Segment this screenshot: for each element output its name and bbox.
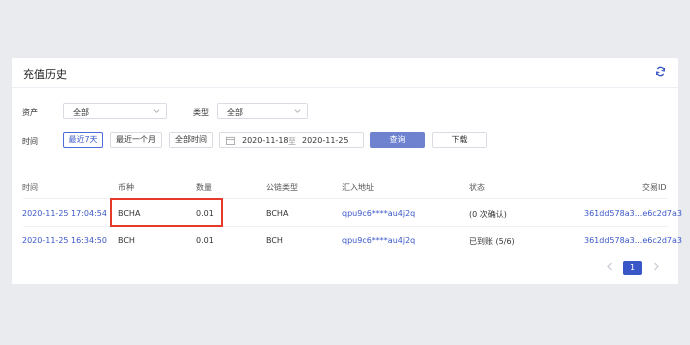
last-month-button[interactable]: 最近一个月 bbox=[110, 132, 162, 148]
col-header-status: 状态 bbox=[469, 183, 485, 192]
row1-txid[interactable]: 361dd578a3...e6c2d7a3 bbox=[584, 209, 682, 218]
type-label: 类型 bbox=[193, 108, 209, 117]
type-select[interactable]: 全部 bbox=[217, 103, 308, 119]
card-header: 充值历史 bbox=[12, 58, 678, 88]
col-header-txid: 交易ID bbox=[642, 183, 667, 192]
highlight-box bbox=[110, 198, 223, 227]
download-button[interactable]: 下载 bbox=[432, 132, 487, 148]
row2-status: 已到账 (5/6) bbox=[469, 237, 515, 246]
asset-label: 资产 bbox=[22, 108, 38, 117]
prev-page-icon[interactable] bbox=[606, 262, 614, 271]
col-header-time: 时间 bbox=[22, 183, 38, 192]
row2-chain-type: BCH bbox=[266, 236, 283, 245]
row2-currency: BCH bbox=[118, 236, 135, 245]
calendar-icon bbox=[226, 136, 235, 145]
row1-time[interactable]: 2020-11-25 17:04:54 bbox=[22, 209, 107, 218]
time-label: 时间 bbox=[22, 137, 38, 146]
last-7-days-button[interactable]: 最近7天 bbox=[63, 132, 103, 148]
date-range-picker[interactable]: 2020-11-18 至 2020-11-25 bbox=[219, 132, 364, 148]
page-title: 充值历史 bbox=[23, 68, 67, 81]
col-header-amount: 数量 bbox=[196, 183, 212, 192]
asset-select-value: 全部 bbox=[73, 108, 89, 117]
date-end: 2020-11-25 bbox=[302, 136, 349, 145]
col-header-address: 汇入地址 bbox=[342, 183, 374, 192]
date-start: 2020-11-18 bbox=[242, 136, 289, 145]
col-header-chain-type: 公链类型 bbox=[266, 183, 298, 192]
row2-address[interactable]: qpu9c6****au4j2q bbox=[342, 236, 415, 245]
row2-time[interactable]: 2020-11-25 16:34:50 bbox=[22, 236, 107, 245]
all-time-button[interactable]: 全部时间 bbox=[169, 132, 213, 148]
col-header-currency: 币种 bbox=[118, 183, 134, 192]
chevron-down-icon bbox=[294, 109, 301, 113]
refresh-icon[interactable] bbox=[655, 66, 666, 77]
type-select-value: 全部 bbox=[227, 108, 243, 117]
row2-txid[interactable]: 361dd578a3...e6c2d7a3 bbox=[584, 236, 682, 245]
row1-chain-type: BCHA bbox=[266, 209, 289, 218]
asset-select[interactable]: 全部 bbox=[63, 103, 167, 119]
page-1-button[interactable]: 1 bbox=[623, 261, 642, 275]
query-button[interactable]: 查询 bbox=[370, 132, 425, 148]
deposit-history-card bbox=[12, 58, 678, 284]
row1-status: (0 次确认) bbox=[469, 210, 507, 219]
next-page-icon[interactable] bbox=[652, 262, 660, 271]
date-separator: 至 bbox=[288, 137, 296, 146]
row2-amount: 0.01 bbox=[196, 236, 214, 245]
chevron-down-icon bbox=[153, 109, 160, 113]
row1-address[interactable]: qpu9c6****au4j2q bbox=[342, 209, 415, 218]
